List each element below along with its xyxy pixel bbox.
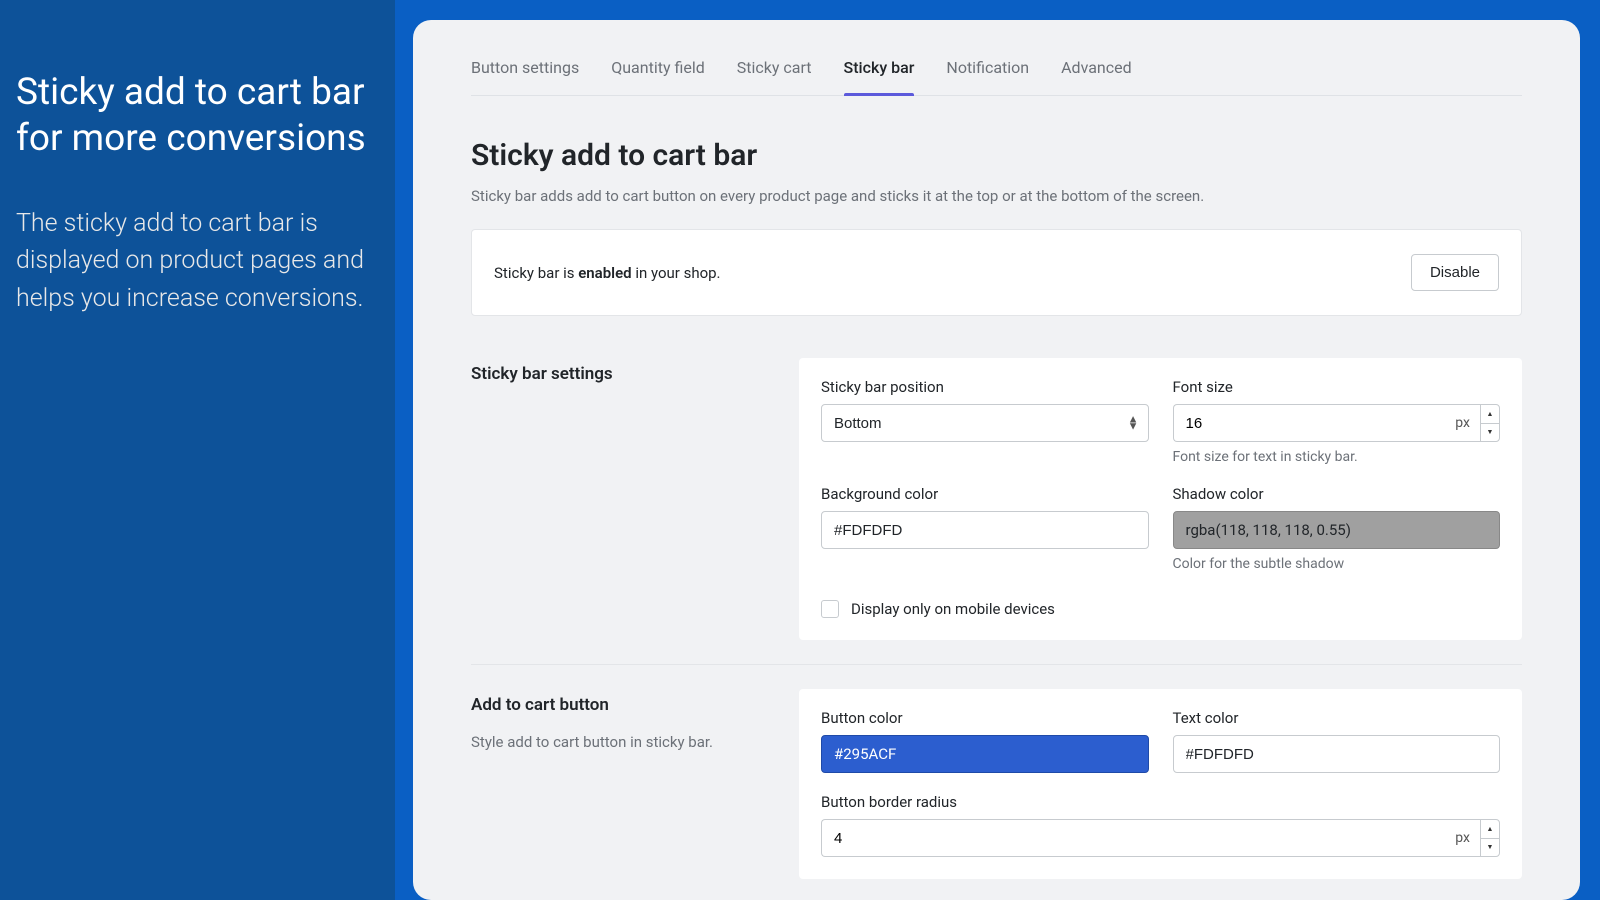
status-prefix: Sticky bar is (494, 264, 578, 282)
stepper-down-icon[interactable]: ▼ (1481, 424, 1499, 442)
mobile-only-label: Display only on mobile devices (851, 600, 1055, 618)
section-heading: Sticky bar settings (471, 364, 767, 384)
radius-unit: px (1451, 819, 1480, 857)
mobile-only-checkbox[interactable] (821, 600, 839, 618)
section-left: Sticky bar settings (471, 358, 767, 640)
field-border-radius: Button border radius px ▲ ▼ (821, 793, 1500, 857)
stepper-up-icon[interactable]: ▲ (1481, 820, 1499, 839)
shadow-color-value: rgba(118, 118, 118, 0.55) (1186, 521, 1351, 539)
section-add-to-cart-button: Add to cart button Style add to cart but… (471, 689, 1522, 900)
section-card: Button color #295ACF Text color Button b… (799, 689, 1522, 879)
btncolor-label: Button color (821, 709, 1149, 727)
status-card: Sticky bar is enabled in your shop. Disa… (471, 229, 1522, 316)
marketing-sidebar: Sticky add to cart bar for more conversi… (0, 0, 395, 900)
button-color-input[interactable]: #295ACF (821, 735, 1149, 773)
position-label: Sticky bar position (821, 378, 1149, 396)
field-shadow-color: Shadow color rgba(118, 118, 118, 0.55) C… (1173, 485, 1501, 572)
position-select[interactable] (821, 404, 1149, 442)
page-description: Sticky bar adds add to cart button on ev… (471, 187, 1522, 205)
section-card: Sticky bar position ▲▼ Font size px ▲ (799, 358, 1522, 640)
tab-notification[interactable]: Notification (946, 48, 1029, 95)
radius-stepper: ▲ ▼ (1480, 819, 1500, 857)
bg-color-input[interactable] (821, 511, 1149, 549)
radius-input[interactable] (821, 819, 1451, 857)
disable-button[interactable]: Disable (1411, 254, 1499, 291)
section-sticky-bar-settings: Sticky bar settings Sticky bar position … (471, 358, 1522, 665)
sidebar-title: Sticky add to cart bar for more conversi… (16, 70, 379, 163)
field-mobile-only: Display only on mobile devices (821, 600, 1500, 618)
shadow-color-input[interactable]: rgba(118, 118, 118, 0.55) (1173, 511, 1501, 549)
tab-sticky-cart[interactable]: Sticky cart (737, 48, 812, 95)
status-text: Sticky bar is enabled in your shop. (494, 264, 721, 282)
section-sub: Style add to cart button in sticky bar. (471, 733, 767, 751)
status-state: enabled (578, 264, 631, 282)
stepper-down-icon[interactable]: ▼ (1481, 839, 1499, 857)
sidebar-description: The sticky add to cart bar is displayed … (16, 205, 379, 318)
radius-label: Button border radius (821, 793, 1500, 811)
section-heading: Add to cart button (471, 695, 767, 715)
tab-sticky-bar[interactable]: Sticky bar (844, 48, 915, 95)
bg-label: Background color (821, 485, 1149, 503)
fontsize-unit: px (1451, 404, 1480, 442)
button-color-value: #295ACF (834, 745, 896, 763)
main-area: Button settings Quantity field Sticky ca… (395, 0, 1600, 900)
page-title: Sticky add to cart bar (471, 138, 1522, 173)
field-position: Sticky bar position ▲▼ (821, 378, 1149, 465)
field-button-color: Button color #295ACF (821, 709, 1149, 773)
shadow-label: Shadow color (1173, 485, 1501, 503)
field-text-color: Text color (1173, 709, 1501, 773)
section-left: Add to cart button Style add to cart but… (471, 689, 767, 879)
fontsize-input[interactable] (1173, 404, 1452, 442)
status-suffix: in your shop. (632, 264, 721, 282)
fontsize-stepper: ▲ ▼ (1480, 404, 1500, 442)
tab-button-settings[interactable]: Button settings (471, 48, 579, 95)
tab-bar: Button settings Quantity field Sticky ca… (471, 48, 1522, 96)
stepper-up-icon[interactable]: ▲ (1481, 405, 1499, 424)
textcolor-label: Text color (1173, 709, 1501, 727)
settings-panel: Button settings Quantity field Sticky ca… (413, 20, 1580, 900)
text-color-input[interactable] (1173, 735, 1501, 773)
field-background-color: Background color (821, 485, 1149, 572)
tab-advanced[interactable]: Advanced (1061, 48, 1132, 95)
field-font-size: Font size px ▲ ▼ Font size for text in s… (1173, 378, 1501, 465)
tab-quantity-field[interactable]: Quantity field (611, 48, 705, 95)
shadow-help: Color for the subtle shadow (1173, 556, 1501, 572)
fontsize-help: Font size for text in sticky bar. (1173, 449, 1501, 465)
fontsize-label: Font size (1173, 378, 1501, 396)
